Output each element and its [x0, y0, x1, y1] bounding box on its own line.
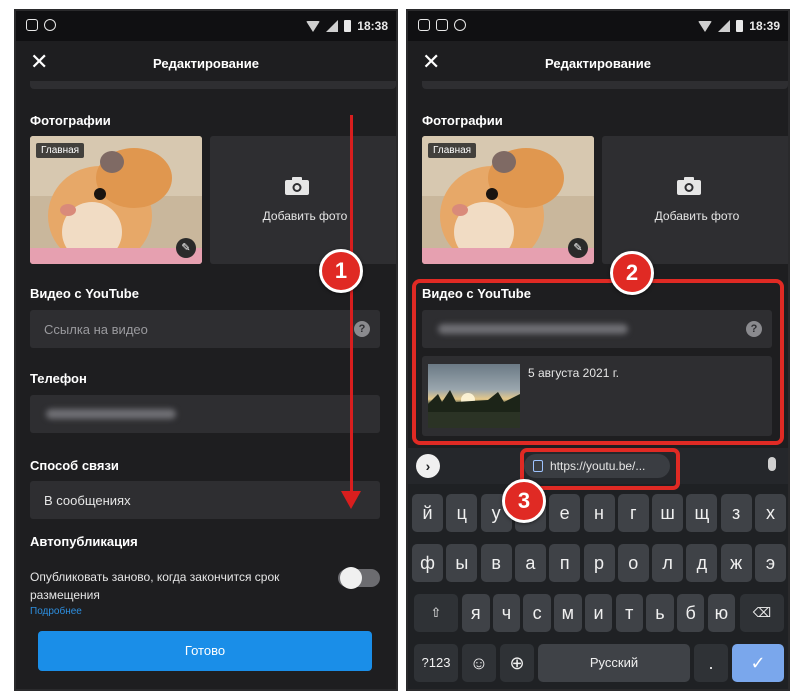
- done-button[interactable]: Готово: [38, 631, 372, 671]
- key-х[interactable]: х: [755, 494, 786, 532]
- left-phone-screen: 18:38 ✕ Редактирование Фотографии Главна…: [14, 9, 398, 691]
- keyboard-icon: [418, 19, 430, 31]
- main-photo-badge: Главная: [428, 143, 477, 158]
- autopublish-toggle[interactable]: [338, 567, 380, 589]
- camera-icon: [677, 177, 701, 195]
- key-д[interactable]: д: [686, 544, 718, 582]
- annotation-box-3: [520, 448, 680, 490]
- autopublish-description: Опубликовать заново, когда закончится ср…: [30, 570, 280, 602]
- right-phone-screen: 18:39 ✕ Редактирование Фотографии Главна…: [406, 9, 790, 691]
- photos-label: Фотографии: [30, 113, 111, 128]
- help-icon[interactable]: ?: [354, 321, 370, 337]
- key-и[interactable]: и: [584, 594, 613, 632]
- page-title: Редактирование: [545, 56, 651, 71]
- key-ь[interactable]: ь: [646, 594, 674, 632]
- key-ц[interactable]: ц: [446, 494, 478, 532]
- key-с[interactable]: с: [523, 594, 551, 632]
- annotation-box-2: [412, 279, 784, 445]
- pencil-icon[interactable]: ✎: [176, 238, 196, 258]
- key-п[interactable]: п: [549, 544, 581, 582]
- add-photo-label: Добавить фото: [654, 209, 740, 223]
- phone-input[interactable]: [30, 395, 380, 433]
- key-з[interactable]: з: [720, 494, 752, 532]
- add-photo-label: Добавить фото: [262, 209, 348, 223]
- contact-method-select[interactable]: В сообщениях: [30, 481, 380, 519]
- wifi-icon: [698, 20, 713, 32]
- previous-section-edge: [422, 81, 788, 89]
- signal-icon: [718, 20, 731, 32]
- key-о[interactable]: о: [617, 544, 649, 582]
- enter-key[interactable]: ✓: [732, 644, 784, 682]
- key-н[interactable]: н: [583, 494, 615, 532]
- key-ч[interactable]: ч: [492, 594, 521, 632]
- add-photo-button[interactable]: Добавить фото: [210, 136, 396, 264]
- scroll-arrow-head: [341, 491, 361, 509]
- key-ш[interactable]: ш: [652, 494, 684, 532]
- blurred-phone-value: [46, 409, 176, 419]
- status-bar: 18:38: [16, 11, 396, 41]
- space-key[interactable]: Русский: [538, 644, 690, 682]
- more-link[interactable]: Подробнее: [30, 606, 82, 617]
- key-м[interactable]: м: [554, 594, 582, 632]
- status-time: 18:38: [357, 19, 388, 33]
- key-в[interactable]: в: [480, 544, 512, 582]
- contact-method-value: В сообщениях: [44, 493, 131, 508]
- key-а[interactable]: а: [514, 544, 546, 582]
- key-ж[interactable]: ж: [720, 544, 752, 582]
- key-р[interactable]: р: [583, 544, 615, 582]
- emoji-icon: ☺: [469, 653, 489, 673]
- instagram-icon: [26, 19, 38, 31]
- key-б[interactable]: б: [676, 594, 705, 632]
- main-photo-badge: Главная: [36, 143, 85, 158]
- emoji-key[interactable]: ☺: [462, 644, 496, 682]
- period-key[interactable]: .: [694, 644, 728, 682]
- key-й[interactable]: й: [412, 494, 443, 532]
- youtube-label: Видео с YouTube: [30, 286, 139, 301]
- key-я[interactable]: я: [462, 594, 490, 632]
- main-photo[interactable]: Главная ✎: [422, 136, 594, 264]
- battery-icon: [736, 20, 744, 32]
- key-ы[interactable]: ы: [446, 544, 478, 582]
- chevron-right-icon[interactable]: ›: [416, 454, 440, 478]
- camera-icon: [285, 177, 309, 195]
- key-ф[interactable]: ф: [412, 544, 443, 582]
- step-badge-1: 1: [319, 249, 363, 293]
- page-title: Редактирование: [153, 56, 259, 71]
- symbols-key[interactable]: ?123: [414, 644, 458, 682]
- step-badge-3: 3: [502, 479, 546, 523]
- status-bar: 18:39: [408, 11, 788, 41]
- signal-icon: [326, 20, 339, 32]
- previous-section-edge: [30, 81, 396, 89]
- status-time: 18:39: [749, 19, 780, 33]
- scroll-arrow-line: [350, 115, 353, 499]
- shift-key[interactable]: ⇧: [414, 594, 458, 632]
- microphone-icon[interactable]: [768, 457, 776, 471]
- contact-method-label: Способ связи: [30, 458, 119, 473]
- step-badge-2: 2: [610, 251, 654, 295]
- wifi-icon: [306, 20, 321, 32]
- backspace-key[interactable]: ⌫: [740, 594, 784, 632]
- youtube-link-input[interactable]: Ссылка на видео ?: [30, 310, 380, 348]
- key-г[interactable]: г: [617, 494, 649, 532]
- youtube-link-placeholder: Ссылка на видео: [44, 322, 148, 337]
- pencil-icon[interactable]: ✎: [568, 238, 588, 258]
- key-л[interactable]: л: [652, 544, 684, 582]
- battery-icon: [344, 20, 352, 32]
- shazam-icon: [44, 19, 56, 31]
- phone-label: Телефон: [30, 371, 87, 386]
- add-photo-button[interactable]: Добавить фото: [602, 136, 788, 264]
- main-photo[interactable]: Главная ✎: [30, 136, 202, 264]
- key-щ[interactable]: щ: [686, 494, 718, 532]
- instagram-icon: [436, 19, 448, 31]
- autopublish-label: Автопубликация: [30, 534, 138, 549]
- photos-label: Фотографии: [422, 113, 503, 128]
- globe-key[interactable]: ⊕: [500, 644, 534, 682]
- key-э[interactable]: э: [755, 544, 786, 582]
- toggle-knob: [340, 567, 362, 589]
- key-т[interactable]: т: [615, 594, 643, 632]
- key-ю[interactable]: ю: [707, 594, 736, 632]
- shazam-icon: [454, 19, 466, 31]
- key-е[interactable]: е: [549, 494, 581, 532]
